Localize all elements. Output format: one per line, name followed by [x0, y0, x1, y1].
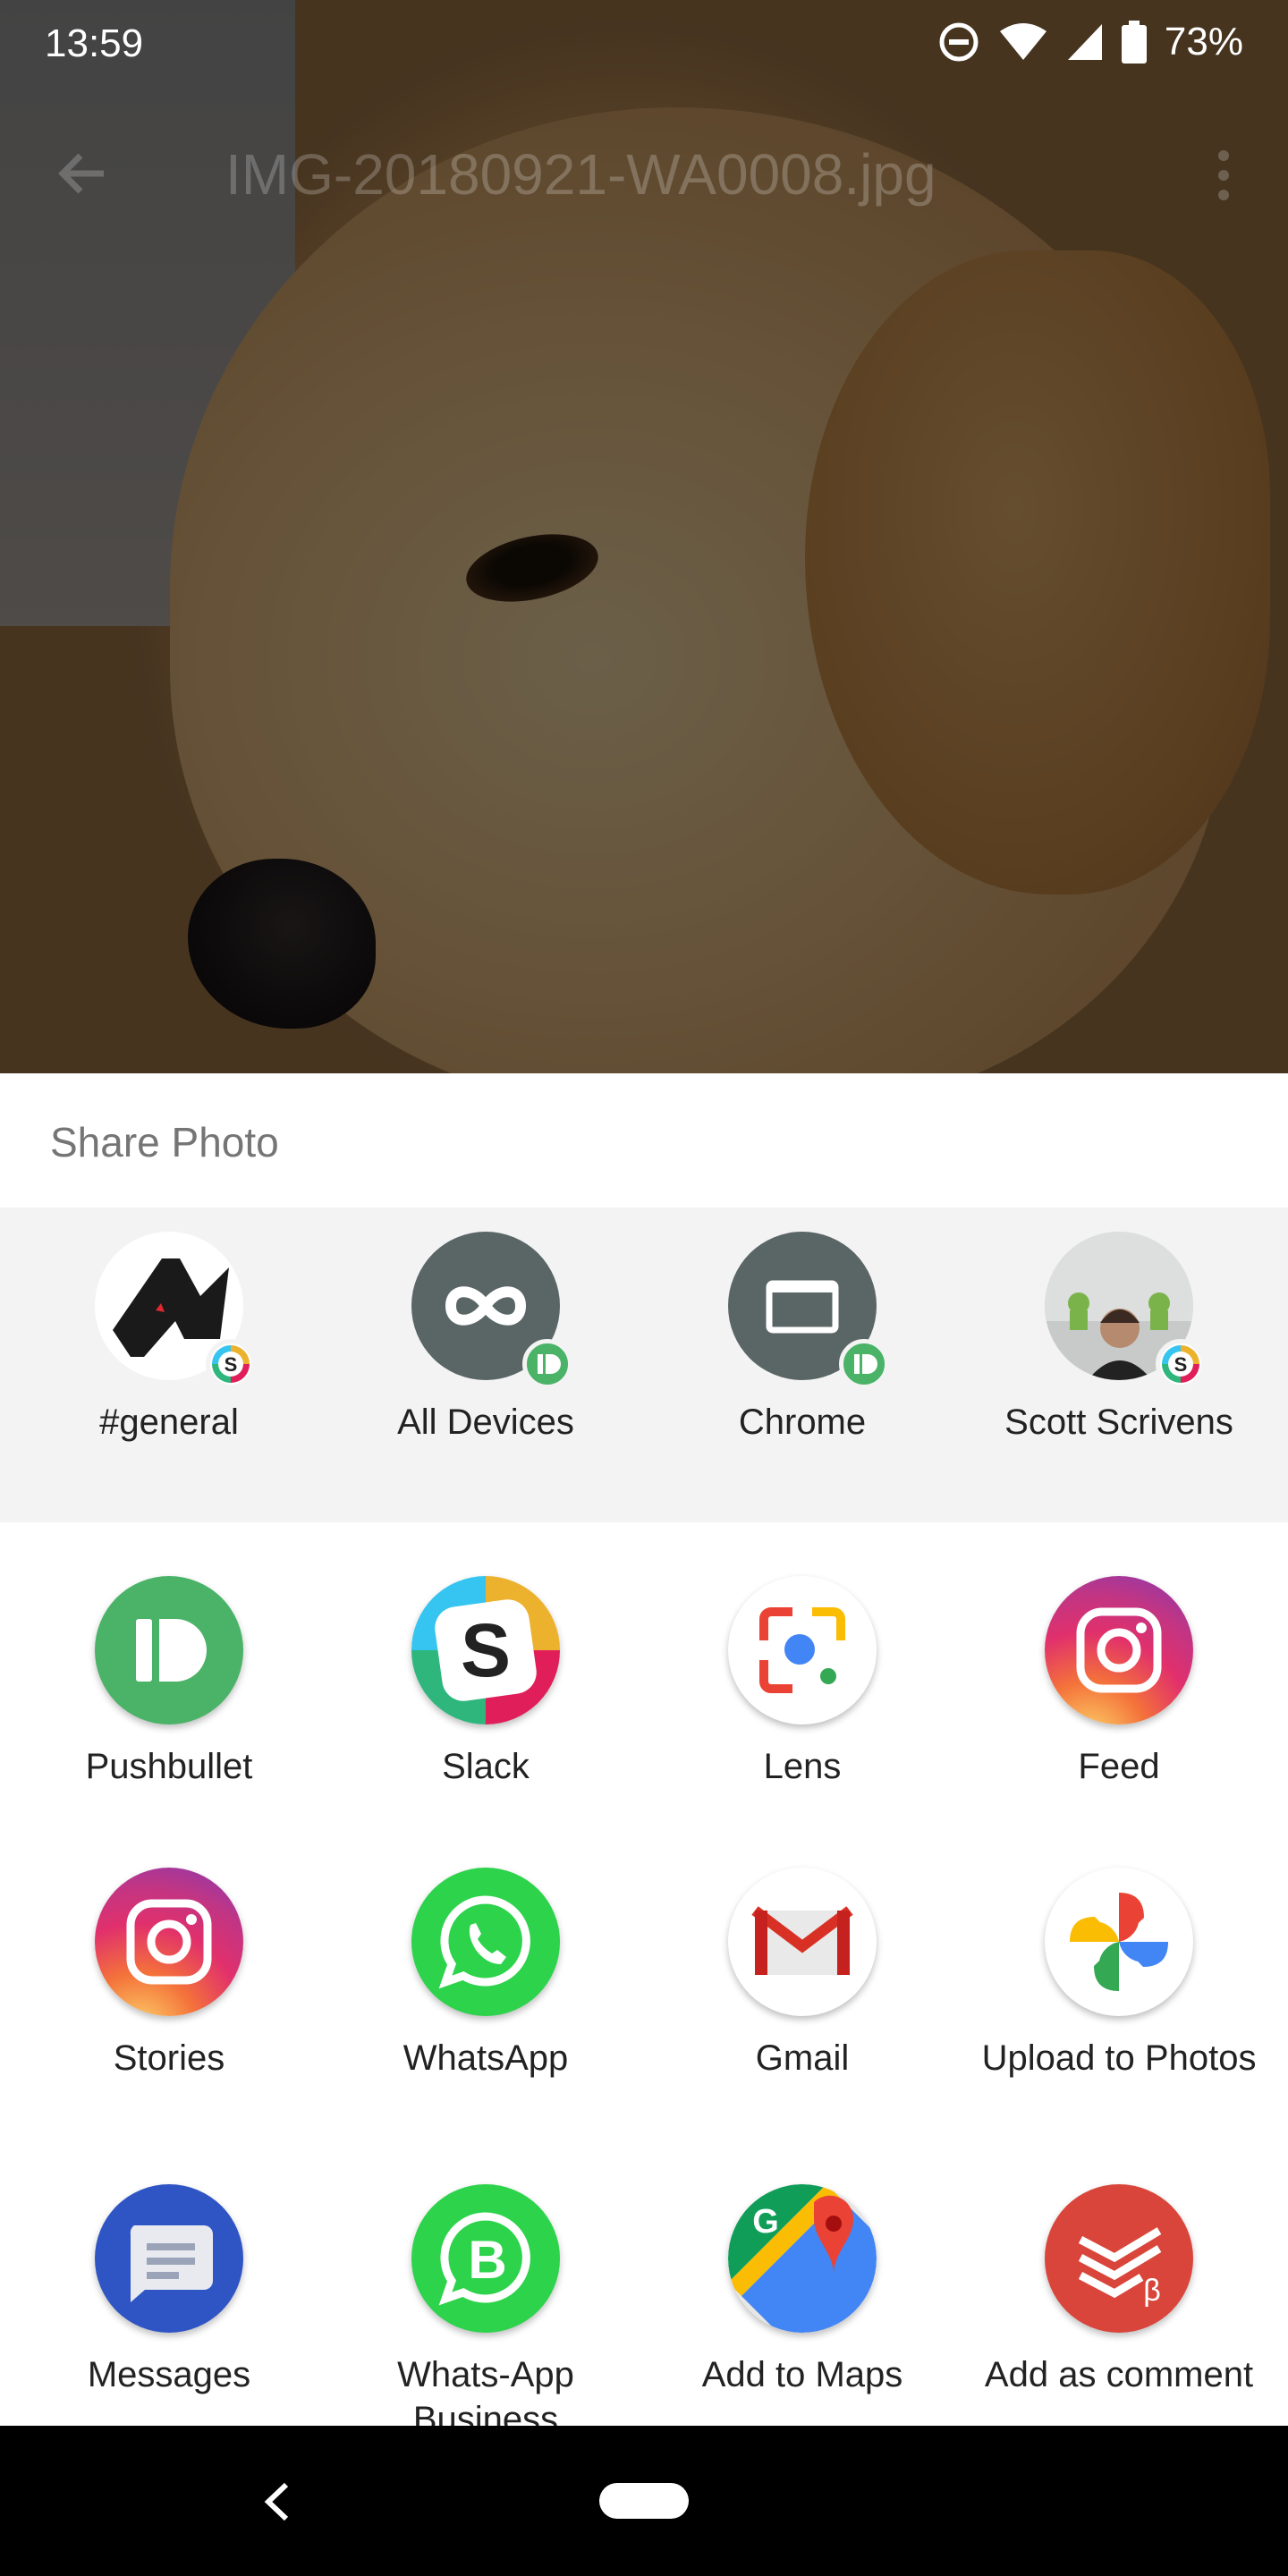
app-label: Feed	[1078, 1747, 1160, 1786]
do-not-disturb-icon	[939, 22, 979, 62]
svg-text:S: S	[225, 1353, 238, 1376]
app-label: Messages	[87, 2355, 251, 2394]
direct-share-label: Chrome	[738, 1402, 867, 1442]
svg-text:B: B	[468, 2230, 506, 2290]
todoist-icon: β	[1045, 2184, 1193, 2333]
battery-percent: 73%	[1164, 20, 1243, 64]
infinity-icon	[411, 1232, 572, 1389]
viewer-title: IMG-20180921-WA0008.jpg	[225, 142, 936, 207]
pushbullet-badge-icon	[522, 1339, 572, 1389]
app-whatsapp-business[interactable]: B Whats-App Business	[327, 2184, 644, 2426]
slack-icon: S	[411, 1576, 560, 1724]
nav-back-icon[interactable]	[259, 2479, 295, 2524]
cell-signal-icon	[1067, 24, 1102, 60]
whatsapp-business-icon: B	[411, 2184, 560, 2333]
back-arrow-icon[interactable]	[54, 145, 111, 202]
app-google-maps[interactable]: G Add to Maps	[644, 2184, 961, 2397]
app-instagram-stories[interactable]: Stories	[11, 1868, 327, 2080]
direct-share-chrome[interactable]: Chrome	[644, 1232, 961, 1445]
browser-window-icon	[728, 1232, 889, 1389]
direct-share-all-devices[interactable]: All Devices	[327, 1232, 644, 1445]
nav-home-pill[interactable]	[599, 2483, 689, 2519]
instagram-icon	[1045, 1576, 1193, 1724]
app-google-photos[interactable]: Upload to Photos	[961, 1868, 1277, 2080]
gmail-icon	[728, 1868, 877, 2016]
navigation-bar	[0, 2426, 1288, 2576]
status-time: 13:59	[45, 21, 144, 65]
app-label: Stories	[113, 2038, 225, 2078]
instagram-icon	[95, 1868, 243, 2016]
direct-share-label: #general	[99, 1402, 239, 1442]
whatsapp-icon	[411, 1868, 560, 2016]
app-whatsapp[interactable]: WhatsApp	[327, 1868, 644, 2080]
app-label: Lens	[763, 1747, 842, 1786]
viewer-app-bar: IMG-20180921-WA0008.jpg	[0, 125, 1288, 224]
app-instagram-feed[interactable]: Feed	[961, 1576, 1277, 1789]
google-maps-icon: G	[728, 2184, 877, 2333]
app-label: Gmail	[755, 2038, 850, 2078]
messages-icon	[95, 2184, 243, 2333]
direct-share-label: Scott Scrivens	[1004, 1402, 1233, 1442]
app-todoist[interactable]: β Add as comment	[961, 2184, 1277, 2397]
battery-icon	[1121, 21, 1147, 64]
direct-share-row: S #general All Devices Chrome S Scott Sc…	[0, 1208, 1288, 1522]
pushbullet-badge-icon	[839, 1339, 889, 1389]
app-lens[interactable]: Lens	[644, 1576, 961, 1789]
svg-text:G: G	[752, 2203, 779, 2241]
lens-icon	[728, 1576, 877, 1724]
direct-share-general[interactable]: S #general	[11, 1232, 327, 1445]
contact-photo-icon: S	[1045, 1232, 1206, 1389]
app-label: Upload to Photos	[981, 2038, 1257, 2078]
google-photos-icon	[1045, 1868, 1193, 2016]
app-label: Slack	[442, 1747, 530, 1786]
svg-text:S: S	[461, 1608, 511, 1692]
wifi-icon	[999, 23, 1046, 60]
pushbullet-icon	[95, 1576, 243, 1724]
svg-text:β: β	[1143, 2274, 1161, 2308]
direct-share-label: All Devices	[397, 1402, 574, 1442]
app-gmail[interactable]: Gmail	[644, 1868, 961, 2080]
app-label: Whats-App Business	[397, 2355, 574, 2426]
share-sheet-title: Share Photo	[50, 1119, 279, 1165]
app-pushbullet[interactable]: Pushbullet	[11, 1576, 327, 1789]
status-bar: 13:59 73%	[0, 0, 1288, 89]
app-label: WhatsApp	[402, 2038, 569, 2078]
svg-text:S: S	[1174, 1353, 1188, 1376]
direct-share-scott-scrivens[interactable]: S Scott Scrivens	[961, 1232, 1277, 1445]
app-label: Add to Maps	[701, 2355, 903, 2394]
more-vert-icon[interactable]	[1213, 148, 1234, 202]
app-label: Add as comment	[984, 2355, 1254, 2394]
androidpolice-logo-icon: S	[95, 1232, 256, 1389]
share-sheet: Share Photo S #general All Devices Chrom…	[0, 1073, 1288, 2426]
slack-badge-icon: S	[206, 1339, 256, 1389]
app-label: Pushbullet	[85, 1747, 253, 1786]
app-messages[interactable]: Messages	[11, 2184, 327, 2397]
app-slack[interactable]: S Slack	[327, 1576, 644, 1789]
slack-badge-icon: S	[1156, 1339, 1206, 1389]
